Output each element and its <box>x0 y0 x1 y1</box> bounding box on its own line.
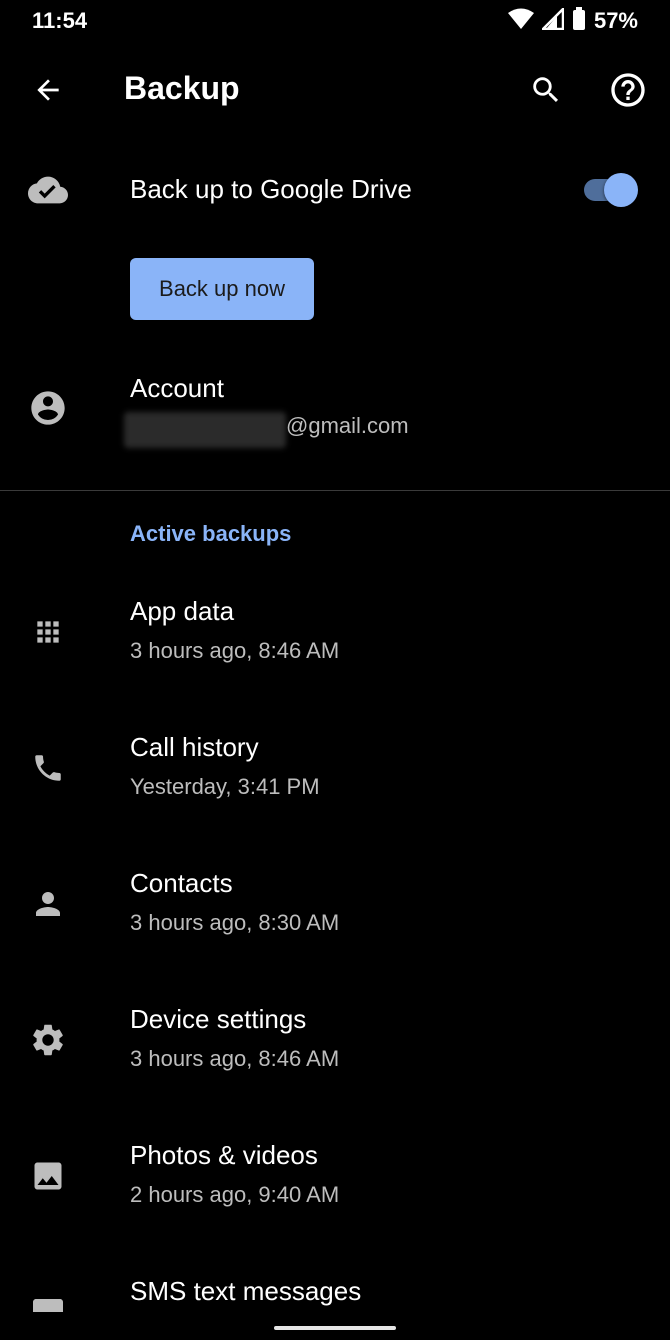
account-email-suffix: @gmail.com <box>286 413 409 438</box>
battery-icon <box>572 6 586 36</box>
drive-backup-label: Back up to Google Drive <box>130 174 412 204</box>
backup-item-title: Contacts <box>130 868 233 898</box>
toggle-thumb <box>604 173 638 207</box>
apps-grid-icon <box>28 612 68 652</box>
battery-percentage: 57% <box>593 8 638 33</box>
backup-item-time: 3 hours ago, 8:30 AM <box>130 910 340 935</box>
backup-item-time: 3 hours ago, 8:46 AM <box>130 638 340 663</box>
backup-item-time: Yesterday, 3:41 PM <box>130 774 320 799</box>
cellular-signal-icon <box>539 5 565 35</box>
image-icon <box>28 1156 68 1196</box>
help-button[interactable] <box>606 68 650 112</box>
gesture-nav-handle[interactable] <box>274 1326 396 1330</box>
drive-backup-toggle[interactable] <box>582 172 640 208</box>
page-title: Backup <box>124 70 240 106</box>
status-time: 11:54 <box>32 8 88 33</box>
backup-item-time: 2 hours ago, 9:40 AM <box>130 1182 340 1207</box>
backup-item-title: Call history <box>130 732 259 762</box>
drive-backup-row[interactable]: Back up to Google Drive <box>0 150 670 230</box>
app-bar: Backup <box>0 48 670 132</box>
backup-item-call-history[interactable]: Call history Yesterday, 3:41 PM <box>0 700 670 836</box>
backup-item-title: Photos & videos <box>130 1140 318 1170</box>
backup-item-device-settings[interactable]: Device settings 3 hours ago, 8:46 AM <box>0 972 670 1108</box>
backup-item-title: SMS text messages <box>130 1276 362 1306</box>
account-circle-icon <box>28 388 68 428</box>
search-button[interactable] <box>524 68 568 112</box>
backup-item-contacts[interactable]: Contacts 3 hours ago, 8:30 AM <box>0 836 670 972</box>
backup-item-title: App data <box>130 596 235 626</box>
account-row[interactable]: Account @gmail.com <box>0 360 670 470</box>
account-label: Account <box>130 373 224 403</box>
search-icon <box>533 77 559 103</box>
gear-icon <box>28 1020 68 1060</box>
backup-item-title: Device settings <box>130 1004 307 1034</box>
arrow-back-icon <box>37 79 59 101</box>
backup-item-time: 3 hours ago, 8:46 AM <box>130 1046 340 1071</box>
wifi-icon <box>507 8 534 35</box>
backup-item-photos-videos[interactable]: Photos & videos 2 hours ago, 9:40 AM <box>0 1108 670 1244</box>
help-icon <box>611 73 645 107</box>
person-icon <box>28 884 68 924</box>
divider <box>0 490 670 491</box>
status-icons: 57% <box>507 5 638 36</box>
back-up-now-button[interactable]: Back up now <box>130 258 314 320</box>
back-button[interactable] <box>26 68 70 112</box>
redacted-email <box>124 412 286 448</box>
backup-item-app-data[interactable]: App data 3 hours ago, 8:46 AM <box>0 564 670 700</box>
status-bar: 11:54 57% <box>0 0 670 42</box>
cloud-done-icon <box>28 170 68 210</box>
section-header-active-backups: Active backups <box>130 521 292 546</box>
phone-icon <box>28 748 68 788</box>
